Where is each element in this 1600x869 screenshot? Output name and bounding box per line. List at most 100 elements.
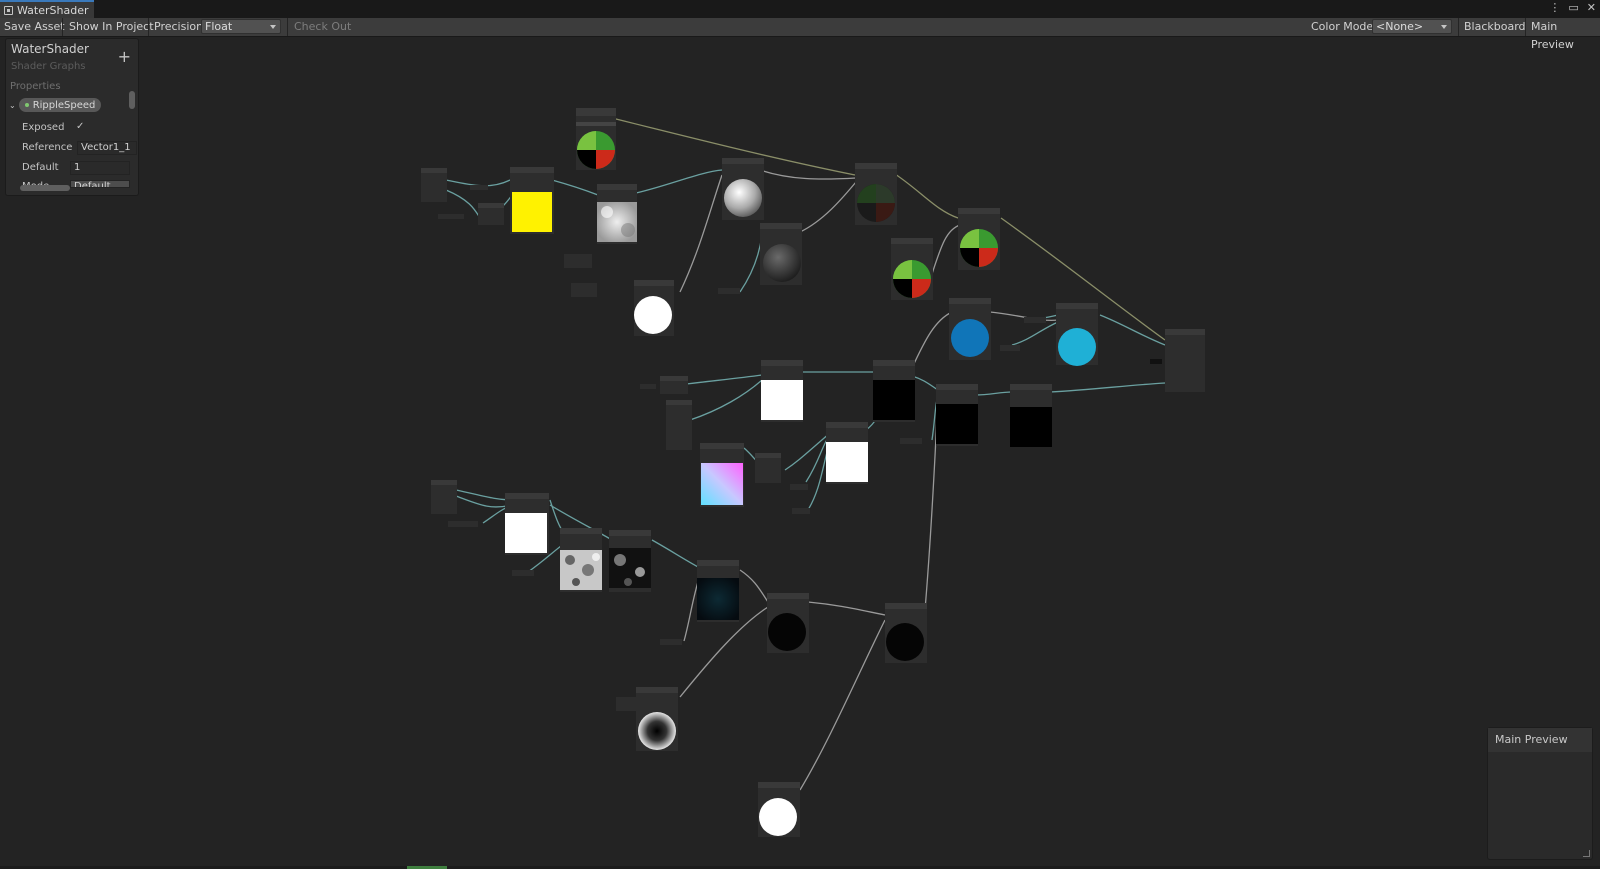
input-stack-node[interactable]	[616, 697, 636, 711]
edge[interactable]	[1099, 314, 1166, 346]
preview-square	[697, 578, 739, 620]
save-asset-button[interactable]: Save Asset	[0, 18, 69, 36]
edge[interactable]	[689, 379, 763, 421]
color-sphere-node[interactable]	[958, 208, 1000, 270]
add-node-2[interactable]	[885, 603, 927, 663]
voronoi-node[interactable]	[560, 528, 602, 592]
preview-square	[505, 513, 547, 553]
preview-sphere	[768, 613, 806, 651]
exposed-checkbox[interactable]: ✓	[76, 121, 84, 132]
precision-label: Precision	[154, 20, 204, 33]
lerp-node[interactable]	[855, 163, 897, 225]
edge[interactable]	[974, 391, 1013, 396]
pbr-master-node[interactable]	[1150, 329, 1205, 392]
multiply-node-2[interactable]	[697, 560, 739, 622]
normal-strength-node[interactable]	[722, 158, 764, 220]
color-mode-value: <None>	[1376, 20, 1424, 33]
property-node[interactable]	[564, 254, 597, 297]
edge[interactable]	[891, 171, 959, 219]
shader-graph-icon	[4, 5, 13, 15]
default-field[interactable]: 1	[70, 161, 130, 175]
tiling-offset-node-2[interactable]	[505, 493, 549, 555]
property-item-ripplespeed[interactable]: ⌄ RippleSpeed	[9, 98, 102, 112]
saturate-node[interactable]	[936, 384, 978, 446]
divide-node[interactable]	[873, 360, 915, 422]
edge[interactable]	[651, 539, 701, 569]
add-node[interactable]	[767, 593, 809, 653]
radial-gradient-node[interactable]	[636, 687, 678, 751]
edge[interactable]	[445, 179, 511, 187]
sphere-preview-node[interactable]	[634, 280, 674, 336]
blackboard-horizontal-scrollbar[interactable]	[10, 185, 122, 191]
screen-position-node[interactable]	[660, 376, 688, 394]
edge[interactable]	[759, 169, 857, 180]
edge[interactable]	[739, 569, 769, 603]
gradient-noise-node[interactable]	[597, 184, 637, 244]
exposed-label: Exposed	[22, 122, 65, 133]
small-input-node[interactable]	[718, 288, 740, 294]
maximize-icon[interactable]: ▭	[1568, 1, 1578, 14]
tiling-offset-node[interactable]	[510, 167, 554, 234]
preview-sphere	[1058, 328, 1096, 366]
edge[interactable]	[685, 374, 763, 385]
edge[interactable]	[455, 495, 513, 508]
subtract-node[interactable]	[761, 360, 803, 422]
edge[interactable]	[807, 601, 886, 616]
edge[interactable]	[911, 311, 953, 369]
main-preview-toggle-button[interactable]: Main Preview	[1527, 18, 1600, 51]
edge[interactable]	[929, 224, 961, 281]
multiply-node[interactable]	[1010, 384, 1052, 447]
scene-depth-node[interactable]	[666, 400, 692, 450]
power-node[interactable]	[609, 530, 651, 592]
precision-dropdown[interactable]: Float	[201, 19, 281, 34]
toolbar-divider	[148, 18, 149, 36]
color-mode-dropdown[interactable]: <None>	[1372, 19, 1452, 34]
check-out-button[interactable]: Check Out	[290, 18, 355, 36]
edge[interactable]	[1011, 321, 1059, 346]
edge[interactable]	[551, 179, 599, 196]
show-in-project-button[interactable]: Show In Project	[65, 18, 158, 36]
graph-canvas[interactable]	[0, 37, 1600, 869]
edge[interactable]	[635, 169, 723, 194]
blackboard-vertical-scrollbar[interactable]	[129, 81, 135, 179]
uv-node[interactable]	[421, 168, 447, 202]
graph-nodes	[421, 108, 1205, 837]
color-mode-label: Color Mode	[1311, 20, 1374, 33]
sample-gradient-node[interactable]	[576, 108, 616, 170]
edge[interactable]	[784, 432, 831, 471]
kebab-menu-icon[interactable]: ⋮	[1549, 1, 1560, 14]
normal-blend-node[interactable]	[760, 223, 802, 285]
edge[interactable]	[739, 234, 763, 293]
reference-field[interactable]: Vector1_1	[77, 141, 137, 155]
blackboard-title: WaterShader	[11, 42, 89, 56]
step-node[interactable]	[826, 422, 868, 484]
default-label: Default	[22, 162, 59, 173]
property-pill[interactable]: RippleSpeed	[18, 98, 102, 112]
uv-node-2[interactable]	[431, 480, 457, 514]
preview-square	[873, 380, 915, 420]
close-icon[interactable]: ✕	[1587, 1, 1596, 14]
edge[interactable]	[799, 619, 886, 791]
add-property-icon[interactable]: +	[118, 47, 131, 66]
resize-handle-icon[interactable]	[1583, 850, 1590, 857]
edge[interactable]	[911, 375, 939, 391]
edge[interactable]	[1049, 382, 1166, 393]
normal-vector-node[interactable]	[891, 238, 933, 300]
time-node[interactable]	[478, 203, 504, 225]
title-bar: WaterShader ⋮ ▭ ✕	[0, 0, 1600, 18]
water-color-node[interactable]	[949, 298, 991, 360]
uv-gradient-node[interactable]	[700, 443, 744, 507]
split-node[interactable]	[755, 453, 781, 483]
blackboard-toggle-button[interactable]: Blackboard	[1460, 18, 1530, 36]
edge[interactable]	[799, 181, 857, 233]
preview-sphere	[724, 179, 762, 217]
window-tab-watershader[interactable]: WaterShader	[0, 0, 94, 18]
sphere-preview-node-2[interactable]	[758, 782, 800, 837]
toolbar-divider	[287, 18, 288, 36]
preview-sphere	[886, 623, 924, 661]
edge[interactable]	[679, 174, 723, 293]
chevron-down-icon[interactable]: ⌄	[9, 101, 16, 110]
fresnel-color-node[interactable]	[1056, 303, 1098, 366]
main-preview-title: Main Preview	[1488, 728, 1592, 752]
edge[interactable]	[445, 189, 481, 219]
